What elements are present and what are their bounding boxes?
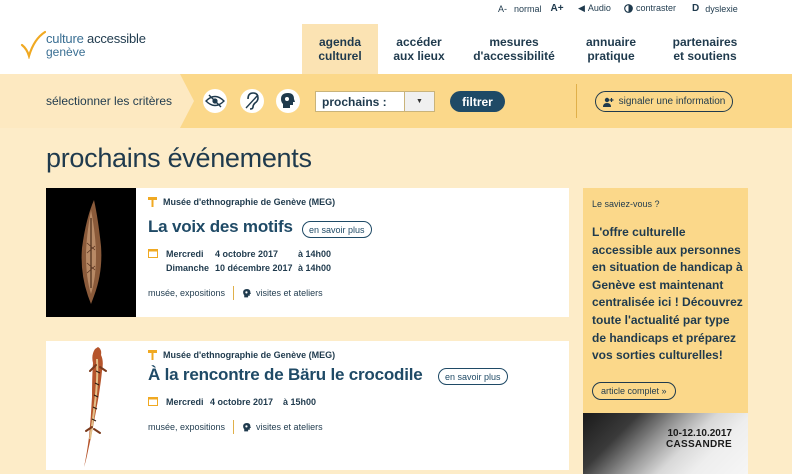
event-venue: Musée d'ethnographie de Genève (MEG) [148, 197, 335, 207]
event-tags: musée, expositions visites et ateliers [148, 420, 323, 434]
contrast-icon [624, 3, 633, 13]
nav-agenda-culturel[interactable]: agenda culturel [302, 24, 378, 74]
museum-pin-icon [148, 197, 157, 207]
sidebar-text: L'offre culturelle accessible aux person… [592, 225, 743, 363]
sidebar-kicker: Le saviez-vous ? [592, 199, 660, 209]
mental-disability-filter[interactable] [276, 89, 300, 113]
full-article-button[interactable]: article complet » [592, 382, 676, 400]
event-title[interactable]: La voix des motifs [148, 217, 293, 237]
period-select[interactable]: prochains : ▼ [315, 91, 435, 112]
report-info-button[interactable]: signaler une information [595, 91, 733, 112]
font-size-control: A- normal A+ [498, 3, 564, 14]
nav-annuaire-pratique[interactable]: annuaire pratique [568, 24, 654, 74]
event-activity: visites et ateliers [256, 422, 323, 432]
speaker-icon: ◀ [578, 2, 585, 13]
criteria-bar: sélectionner les critères prochains : ▼ … [0, 74, 792, 128]
site-logo[interactable]: culture accessible genève [20, 29, 170, 65]
head-profile-icon [243, 422, 251, 431]
eye-crossed-icon [205, 94, 225, 108]
report-info-label: signaler une information [618, 96, 726, 107]
head-profile-icon [243, 288, 251, 297]
did-you-know-box: Le saviez-vous ? L'offre culturelle acce… [583, 188, 748, 413]
promo-date: 10-12.10.2017 [667, 428, 732, 439]
logo-line-2: genève [46, 45, 86, 59]
nav-acceder-aux-lieux[interactable]: accéder aux lieux [378, 24, 460, 74]
museum-pin-icon [148, 350, 157, 360]
event-title[interactable]: À la rencontre de Bäru le crocodile [148, 365, 423, 385]
main-nav: agenda culturel accéder aux lieux mesures d… [302, 24, 756, 74]
nav-partenaires-soutiens[interactable]: partenaires et soutiens [654, 24, 756, 74]
calendar-icon [148, 397, 158, 406]
contrast-label: contraster [636, 3, 677, 13]
dyslexia-toggle[interactable]: D dyslexie [692, 3, 738, 14]
event-image-crocodile[interactable] [46, 341, 136, 470]
nav-mesures-accessibilite[interactable]: mesures d'accessibilité [460, 24, 568, 74]
filter-button[interactable]: filtrer [450, 91, 505, 112]
calendar-icon [148, 249, 158, 258]
event-card: Musée d'ethnographie de Genève (MEG) La … [46, 188, 569, 317]
visual-impairment-filter[interactable] [203, 89, 227, 113]
event-more-button[interactable]: en savoir plus [438, 368, 508, 385]
event-more-button[interactable]: en savoir plus [302, 221, 372, 238]
site-header: culture accessible genève agenda culturel… [0, 17, 792, 74]
event-activity: visites et ateliers [256, 288, 323, 298]
audio-label: Audio [587, 3, 611, 13]
shield-artifact-image [81, 200, 102, 304]
head-profile-icon [281, 93, 295, 108]
ear-crossed-icon [245, 92, 259, 110]
logo-check-icon [20, 30, 46, 59]
font-larger-button[interactable]: A+ [551, 3, 564, 14]
event-venue: Musée d'ethnographie de Genève (MEG) [148, 350, 335, 360]
hearing-impairment-filter[interactable] [240, 89, 264, 113]
user-plus-icon [602, 97, 614, 107]
utility-bar: A- normal A+ ◀ Audio contraster D dyslex… [0, 0, 792, 17]
event-category: musée, expositions [148, 288, 226, 298]
dyslexia-icon: D [692, 3, 700, 14]
promo-name: CASSANDRE [665, 439, 732, 450]
page-title: prochains événements [46, 143, 312, 173]
promo-banner[interactable]: 10-12.10.2017 CASSANDRE [583, 413, 748, 474]
criteria-divider [576, 84, 577, 118]
contrast-toggle[interactable]: contraster [624, 3, 676, 13]
event-category: musée, expositions [148, 422, 226, 432]
dyslexia-label: dyslexie [705, 3, 738, 14]
font-normal-button[interactable]: normal [514, 4, 542, 14]
audio-toggle[interactable]: ◀ Audio [578, 3, 611, 13]
crocodile-artifact-image [84, 347, 107, 467]
event-tags: musée, expositions visites et ateliers [148, 286, 323, 300]
event-image-shield[interactable] [46, 188, 136, 317]
event-card: Musée d'ethnographie de Genève (MEG) À l… [46, 341, 569, 470]
period-select-value: prochains : [322, 94, 387, 109]
font-smaller-button[interactable]: A- [498, 4, 507, 14]
logo-line-1: culture accessible [46, 31, 146, 46]
criteria-label: sélectionner les critères [46, 94, 173, 108]
chevron-down-icon[interactable]: ▼ [404, 92, 434, 111]
